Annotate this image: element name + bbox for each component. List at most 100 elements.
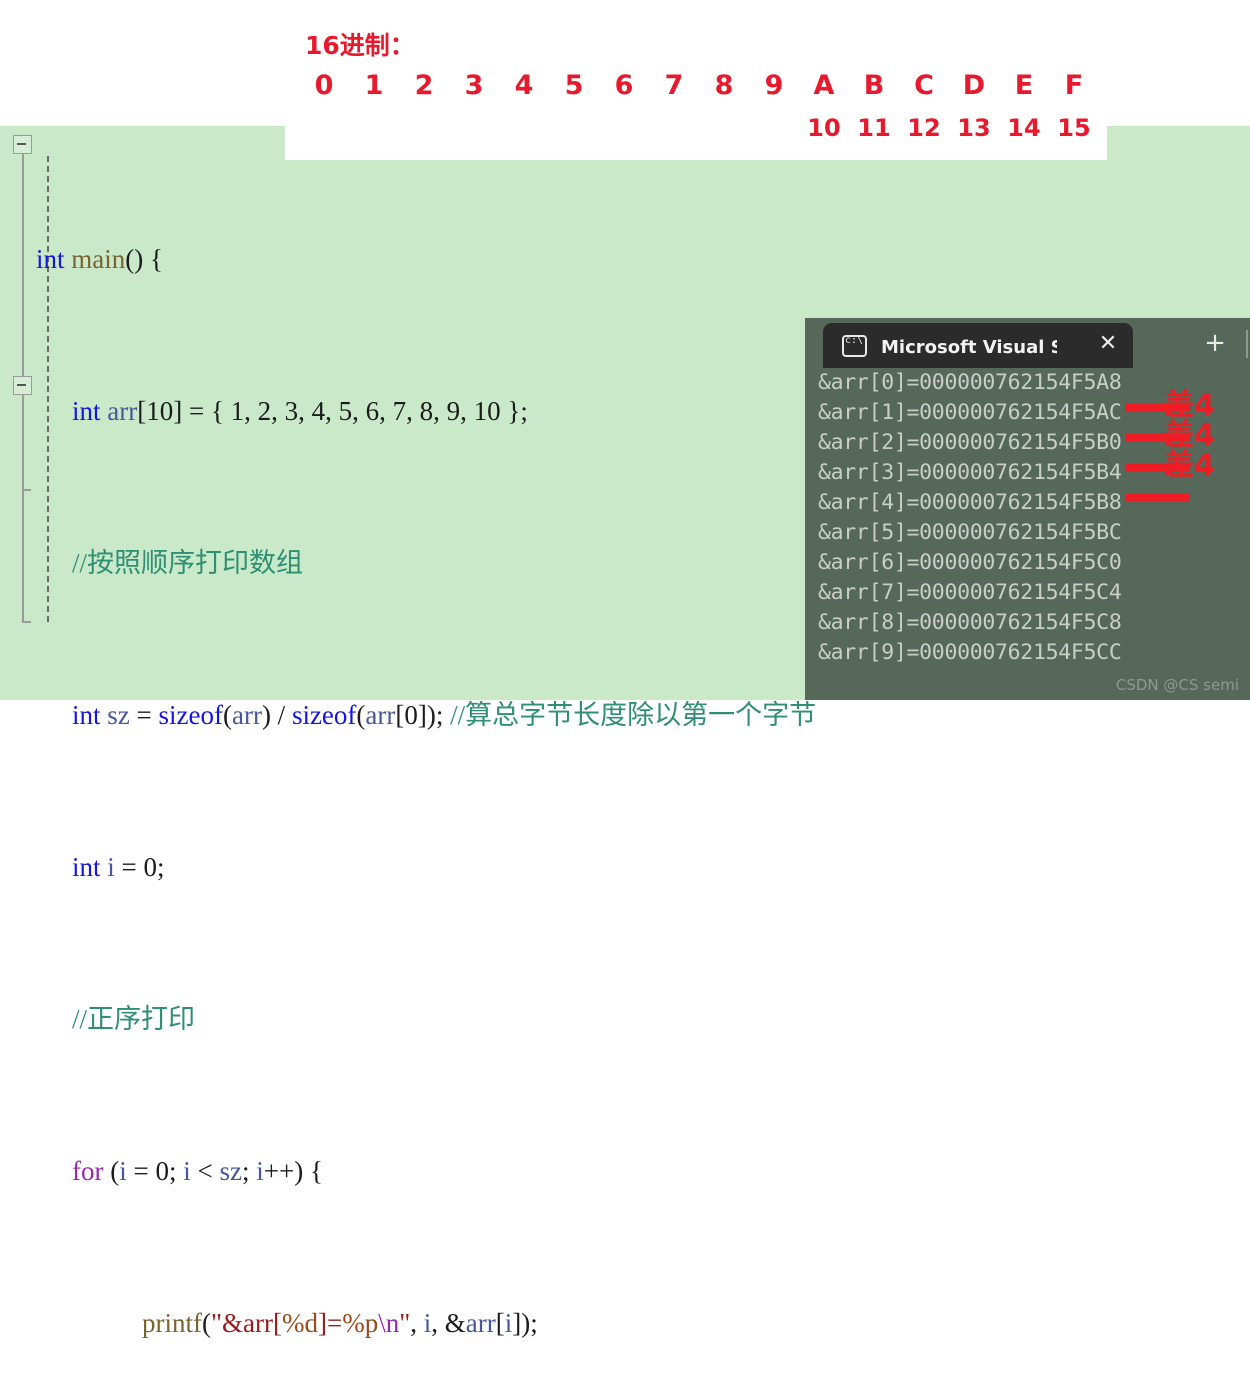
hex-digit: E xyxy=(999,70,1049,101)
hex-digit: 5 xyxy=(549,70,599,101)
divide-op: ) / xyxy=(262,700,292,730)
var-sz: sz xyxy=(219,1156,242,1186)
keyword-int: int xyxy=(36,244,65,274)
hex-digit: 3 xyxy=(449,70,499,101)
hex-digit: A xyxy=(799,70,849,101)
hex-decimal: 14 xyxy=(999,114,1049,142)
hex-decimal: 13 xyxy=(949,114,999,142)
hex-digit: D xyxy=(949,70,999,101)
hex-digit: 7 xyxy=(649,70,699,101)
printf-comma-2: , & xyxy=(431,1308,466,1338)
fold-bracket-main xyxy=(22,154,24,376)
console-line: &arr[9]=000000762154F5CC xyxy=(805,638,1250,668)
format-spec-p: %p xyxy=(342,1308,378,1338)
hex-decimal-row: 10 11 12 13 14 15 xyxy=(799,114,1099,142)
printf-tail: ]); xyxy=(512,1308,537,1338)
console-line: &arr[7]=000000762154F5C4 xyxy=(805,578,1250,608)
var-i: i xyxy=(256,1156,264,1186)
diff-underline-4 xyxy=(1125,494,1190,501)
hex-decimal: 15 xyxy=(1049,114,1099,142)
hex-digit: B xyxy=(849,70,899,101)
console-line: &arr[4]=000000762154F5B8 xyxy=(805,488,1250,518)
new-tab-icon[interactable]: + xyxy=(1203,332,1227,356)
hex-decimal: 10 xyxy=(799,114,849,142)
console-tab[interactable]: Microsoft Visual Studio 调试控制台 ✕ xyxy=(823,323,1133,368)
console-line: &arr[8]=000000762154F5C8 xyxy=(805,608,1250,638)
keyword-int: int xyxy=(72,396,101,426)
code-line-4: int sz = sizeof(arr) / sizeof(arr[0]); /… xyxy=(36,696,1250,734)
keyword-for: for xyxy=(72,1156,103,1186)
space xyxy=(101,852,108,882)
for-cond-op: < xyxy=(191,1156,220,1186)
hex-digit: 9 xyxy=(749,70,799,101)
code-line-6: //正序打印 xyxy=(36,1000,1250,1038)
array-decl-rest: [10] = { 1, 2, 3, 4, 5, 6, 7, 8, 9, 10 }… xyxy=(137,396,528,426)
console-titlebar[interactable]: Microsoft Visual Studio 调试控制台 ✕ + xyxy=(805,318,1250,368)
titlebar-separator xyxy=(1246,330,1248,358)
code-line-5: int i = 0; xyxy=(36,848,1250,886)
fold-toggle-main[interactable] xyxy=(13,135,32,154)
keyword-int: int xyxy=(72,700,101,730)
hex-digit: C xyxy=(899,70,949,101)
var-arr: arr xyxy=(365,700,395,730)
console-line: &arr[5]=000000762154F5BC xyxy=(805,518,1250,548)
for-init: = 0; xyxy=(127,1156,183,1186)
comment-print-in-order: //按照顺序打印数组 xyxy=(72,548,303,578)
main-signature: () { xyxy=(125,244,163,274)
hex-digit: 1 xyxy=(349,70,399,101)
hex-digit: 8 xyxy=(699,70,749,101)
for-paren-open: ( xyxy=(103,1156,119,1186)
hex-digit: 2 xyxy=(399,70,449,101)
hex-decimal: 12 xyxy=(899,114,949,142)
console-line: &arr[6]=000000762154F5C0 xyxy=(805,548,1250,578)
printf-comma-1: , xyxy=(410,1308,424,1338)
watermark: CSDN @CS semi xyxy=(1116,676,1239,694)
for-tail: ++) { xyxy=(264,1156,323,1186)
diff-label-3: 差4 xyxy=(1164,440,1215,484)
var-i: i xyxy=(119,1156,127,1186)
hex-annotation-title: 16进制： xyxy=(305,26,415,62)
var-arr: arr xyxy=(232,700,262,730)
close-icon[interactable]: ✕ xyxy=(1097,334,1119,356)
hex-digit: 4 xyxy=(499,70,549,101)
escape-newline: \n xyxy=(378,1308,399,1338)
keyword-int: int xyxy=(72,852,101,882)
var-i: i xyxy=(424,1308,432,1338)
keyword-sizeof: sizeof xyxy=(159,700,223,730)
string-quote-open: " xyxy=(211,1308,222,1338)
fold-bracket-main-lower xyxy=(22,490,24,622)
printf-index: [ xyxy=(496,1308,505,1338)
sizeof-arg-2: ( xyxy=(356,700,365,730)
var-arr: arr xyxy=(107,396,137,426)
function-main: main xyxy=(71,244,125,274)
format-spec-d: %d xyxy=(282,1308,318,1338)
var-i: i xyxy=(107,852,115,882)
debug-console-window[interactable]: Microsoft Visual Studio 调试控制台 ✕ + &arr[0… xyxy=(805,318,1250,700)
string-quote-close: " xyxy=(399,1308,410,1338)
fold-end-tick-main xyxy=(22,621,31,623)
hex-digit: F xyxy=(1049,70,1099,101)
var-i: i xyxy=(183,1156,191,1186)
hex-digit-row: 0 1 2 3 4 5 6 7 8 9 A B C D E F xyxy=(299,70,1099,101)
comment-sizeof-explain: //算总字节长度除以第一个字节 xyxy=(450,700,816,730)
console-tab-title: Microsoft Visual Studio 调试控制台 xyxy=(881,333,1057,359)
fold-bracket-for xyxy=(22,395,24,490)
i-init: = 0; xyxy=(115,852,165,882)
assign-op: = xyxy=(130,700,159,730)
fold-margin xyxy=(0,126,36,700)
comment-forward-print: //正序打印 xyxy=(72,1004,195,1034)
printf-paren: ( xyxy=(202,1308,211,1338)
fold-toggle-for[interactable] xyxy=(13,376,32,395)
sizeof-arg-2-rest: [0]); xyxy=(395,700,450,730)
code-line-1: int main() { xyxy=(36,240,1250,278)
hex-digit: 0 xyxy=(299,70,349,101)
code-line-7: for (i = 0; i < sz; i++) { xyxy=(36,1152,1250,1190)
hex-decimal: 11 xyxy=(849,114,899,142)
hex-digit: 6 xyxy=(599,70,649,101)
code-line-8: printf("&arr[%d]=%p\n", i, &arr[i]); xyxy=(36,1304,1250,1342)
hex-annotation-overlay: 16进制： 0 1 2 3 4 5 6 7 8 9 A B C D E F 10… xyxy=(285,0,1107,160)
var-arr: arr xyxy=(466,1308,496,1338)
var-sz: sz xyxy=(107,700,130,730)
function-printf: printf xyxy=(142,1308,202,1338)
for-incr: ; xyxy=(242,1156,256,1186)
